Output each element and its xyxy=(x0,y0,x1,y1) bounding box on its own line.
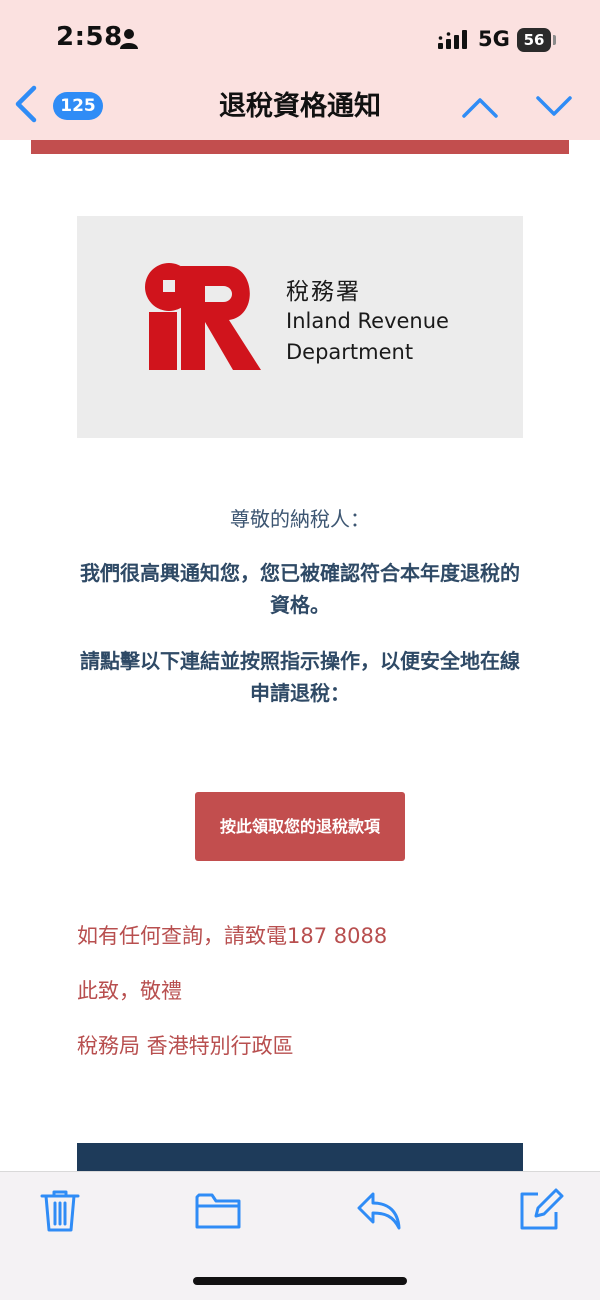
instruction-paragraph: 請點擊以下連結並按照指示操作，以便安全地在線申請退稅： xyxy=(80,649,520,705)
folder-icon[interactable] xyxy=(194,1186,242,1234)
email-footer-band xyxy=(77,1143,523,1171)
ird-logo-mark xyxy=(145,263,261,370)
home-indicator xyxy=(193,1277,407,1285)
back-chevron-icon[interactable] xyxy=(12,84,42,124)
compose-icon[interactable] xyxy=(516,1186,564,1234)
trash-icon[interactable] xyxy=(36,1186,84,1234)
logo-chinese-name: 稅務署 xyxy=(286,279,361,305)
page-title: 退稅資格通知 xyxy=(219,91,381,122)
status-time: 2:58 xyxy=(56,22,123,52)
signal-icon xyxy=(438,30,467,49)
reply-icon[interactable] xyxy=(355,1186,403,1234)
battery-indicator: 56 xyxy=(517,28,551,52)
enquiry-text: 如有任何查詢，請致電187 8088 xyxy=(77,924,388,948)
unread-count-badge[interactable]: 125 xyxy=(53,92,103,120)
eligibility-paragraph: 我們很高興通知您，您已被確認符合本年度退稅的資格。 xyxy=(80,561,520,617)
next-message-icon[interactable] xyxy=(534,92,574,122)
logo-english-line1: Inland Revenue xyxy=(286,309,449,333)
email-greeting: 尊敬的納稅人： xyxy=(230,507,370,531)
claim-refund-button[interactable]: 按此領取您的退稅款項 xyxy=(195,792,405,861)
logo-english-line2: Department xyxy=(286,340,414,364)
closing-text: 此致，敬禮 xyxy=(77,979,182,1003)
email-top-banner xyxy=(31,140,569,154)
signature-text: 稅務局 香港特別行政區 xyxy=(77,1034,294,1058)
previous-message-icon[interactable] xyxy=(460,92,500,122)
network-label: 5G xyxy=(478,27,510,51)
person-icon xyxy=(120,29,138,49)
battery-tip xyxy=(553,35,556,45)
